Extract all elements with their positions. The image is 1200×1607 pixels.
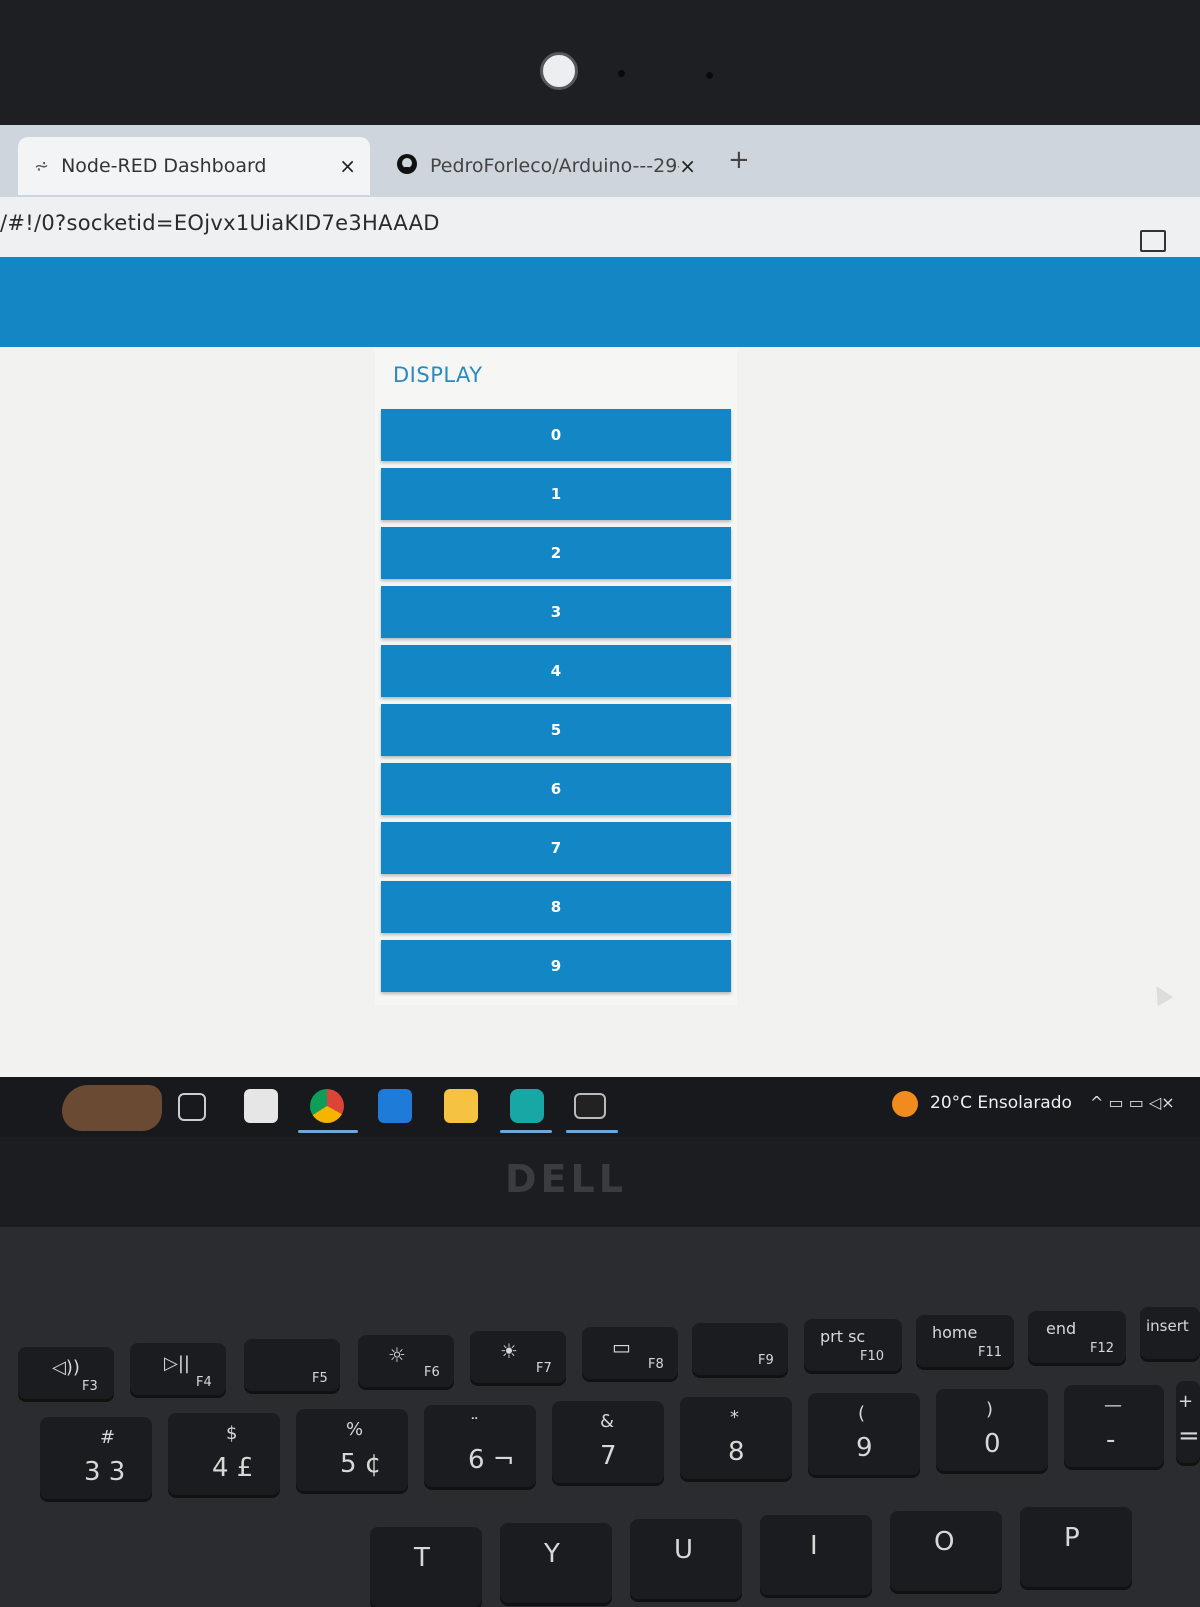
dashboard-page: DISPLAY 0 1 2 3 4 5 6 7 8 9 [0,257,1200,1077]
arduino-icon[interactable] [510,1089,544,1123]
close-tab-icon[interactable]: × [339,154,356,178]
tab-github-repo[interactable]: PedroForleco/Arduino---29-05 × [380,137,710,195]
key-t: T [370,1527,482,1607]
digit-button-2[interactable]: 2 [381,527,731,579]
key-f6: ☼ F6 [358,1335,454,1387]
install-app-icon[interactable] [1140,230,1166,252]
key-minus: — - [1064,1385,1164,1467]
key-f4: ▷|| F4 [130,1343,226,1395]
key-u: U [630,1519,742,1599]
key-6: ¨ 6 ¬ [424,1405,536,1487]
running-app-indicator [500,1130,552,1133]
key-5: % 5 ¢ [296,1409,408,1491]
key-i: I [760,1515,872,1595]
webcam-lens [540,52,578,90]
laptop-bottom-bezel: DELL [0,1137,1200,1227]
key-home-f11: home F11 [916,1315,1014,1367]
key-f5: F5 [244,1339,340,1391]
display-group-card: DISPLAY 0 1 2 3 4 5 6 7 8 9 [375,349,737,1005]
node-red-icon: ⩫ [34,155,50,177]
key-y: Y [500,1523,612,1603]
tab-title: Node-RED Dashboard [61,155,267,177]
digit-button-8[interactable]: 8 [381,881,731,933]
key-f9: F9 [692,1323,788,1375]
key-4: $4 £ [168,1413,280,1495]
key-prt-sc-f10: prt sc F10 [804,1319,902,1371]
digit-button-5[interactable]: 5 [381,704,731,756]
chrome-icon[interactable] [310,1089,344,1123]
key-o: O [890,1511,1002,1591]
task-view-icon[interactable] [178,1093,206,1121]
active-app-indicator [298,1130,358,1133]
weather-widget[interactable]: 20°C Ensolarado [930,1093,1072,1113]
weather-sun-icon [892,1091,918,1117]
close-tab-icon[interactable]: × [679,154,696,178]
key-3: #3 3 [40,1417,152,1499]
key-f3: ◁)) F3 [18,1347,114,1399]
terminal-icon[interactable] [574,1093,606,1119]
file-explorer-icon[interactable] [444,1089,478,1123]
sensor-dot [618,70,625,77]
dell-logo: DELL [505,1157,627,1201]
group-title: DISPLAY [393,363,483,387]
otter-wallpaper [62,1085,162,1131]
new-tab-button[interactable]: + [728,145,750,175]
key-insert: insert [1140,1307,1200,1359]
key-end-f12: end F12 [1028,1311,1126,1363]
address-bar[interactable]: /#!/0?socketid=EOjvx1UiaKID7e3HAAAD [0,197,1200,257]
url-text[interactable]: /#!/0?socketid=EOjvx1UiaKID7e3HAAAD [0,211,440,235]
running-app-indicator [566,1130,618,1133]
tab-title: PedroForleco/Arduino---29-05 [430,155,679,177]
windows-taskbar: 20°C Ensolarado ^ ▭ ▭ ◁× [0,1077,1200,1137]
digit-button-1[interactable]: 1 [381,468,731,520]
github-icon [396,153,418,180]
laptop-keyboard: ◁)) F3 ▷|| F4 F5 ☼ F6 ☀ F7 ▭ F8 F9 prt sc F10 … [0,1227,1200,1607]
dashboard-toolbar [0,257,1200,347]
key-f7: ☀ F7 [470,1331,566,1383]
store-icon[interactable] [244,1089,278,1123]
browser-tab-bar: ⩫ Node-RED Dashboard × PedroForleco/Ardu… [0,125,1200,197]
key-0: ) 0 [936,1389,1048,1471]
mail-icon[interactable] [378,1089,412,1123]
digit-button-0[interactable]: 0 [381,409,731,461]
sensor-dot [706,72,713,79]
digit-button-3[interactable]: 3 [381,586,731,638]
key-8: * 8 [680,1397,792,1479]
digit-button-4[interactable]: 4 [381,645,731,697]
digit-button-9[interactable]: 9 [381,940,731,992]
key-7: & 7 [552,1401,664,1483]
key-p: P [1020,1507,1132,1587]
digit-button-7[interactable]: 7 [381,822,731,874]
key-f8: ▭ F8 [582,1327,678,1379]
tab-node-red-dashboard[interactable]: ⩫ Node-RED Dashboard × [18,137,370,195]
digit-button-6[interactable]: 6 [381,763,731,815]
laptop-top-bezel [0,0,1200,125]
key-equals: + = [1176,1381,1200,1463]
mouse-pointer-icon [1148,981,1174,1007]
key-9: (9 [808,1393,920,1475]
system-tray-icons[interactable]: ^ ▭ ▭ ◁× [1090,1093,1175,1112]
